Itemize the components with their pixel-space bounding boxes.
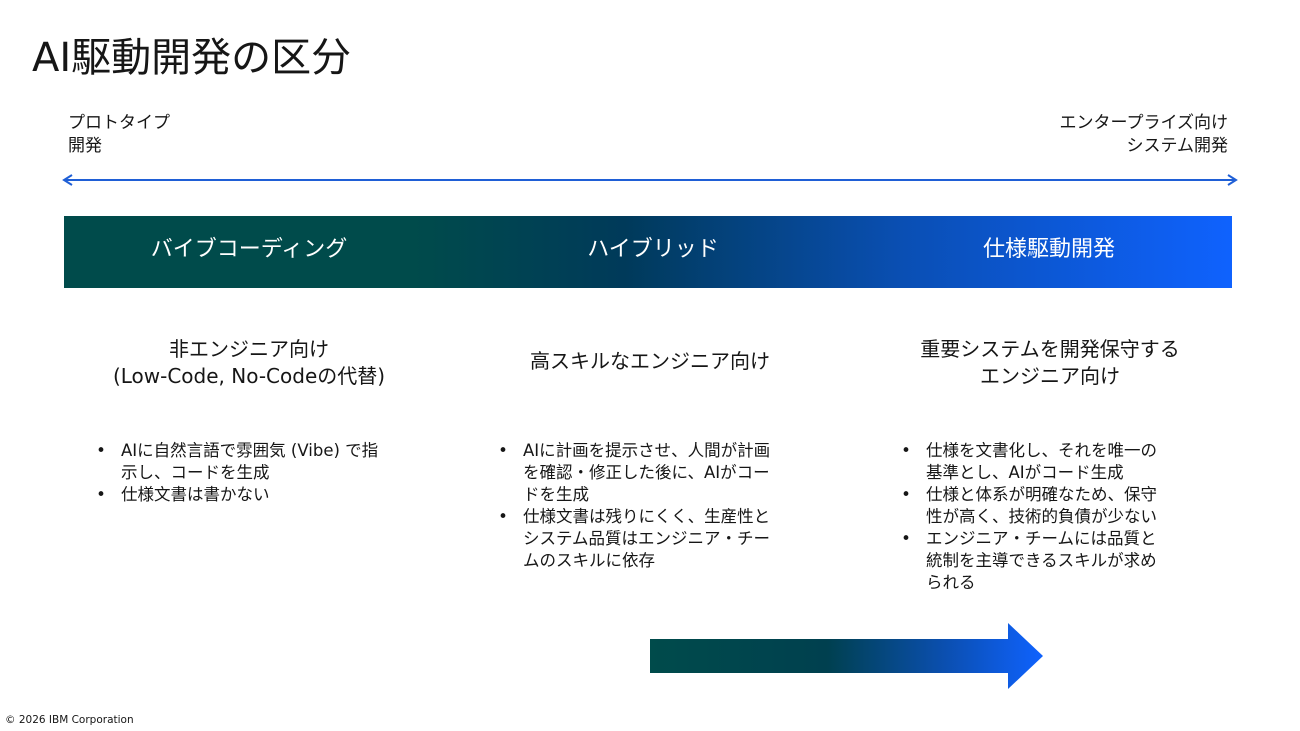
bullet-line: AIに計画を提示させ、人間が計画 — [523, 441, 771, 460]
audience-spec-driven: 重要システムを開発保守する エンジニア向け — [855, 336, 1245, 390]
bullet-line: を確認・修正した後に、AIがコー — [523, 463, 770, 482]
category-vibe-coding: バイブコーディング — [150, 237, 348, 262]
bullet-line: システム品質はエンジニア・チー — [523, 529, 771, 548]
double-headed-arrow-icon — [62, 174, 1238, 186]
bullet-line: 示し、コードを生成 — [121, 463, 270, 482]
category-hybrid: ハイブリッド — [587, 237, 719, 262]
bullet-line: ムのスキルに依存 — [523, 551, 655, 570]
copyright-footer: © 2026 IBM Corporation — [5, 714, 134, 726]
spectrum-right-line: システム開発 — [1126, 136, 1229, 156]
category-spec-driven: 仕様駆動開発 — [982, 237, 1115, 262]
bullet-dot-icon: • — [498, 441, 508, 460]
bullet-line: エンジニア・チームには品質と — [926, 529, 1157, 548]
bullet-dot-icon: • — [498, 507, 508, 526]
bullet-dot-icon: • — [96, 441, 106, 460]
bullet-item: • 仕様を文書化し、それを唯一の 基準とし、AIがコード生成 — [900, 440, 1230, 484]
bullet-list-spec-driven: • 仕様を文書化し、それを唯一の 基準とし、AIがコード生成 • 仕様と体系が明… — [900, 440, 1230, 594]
bullet-line: 仕様文書は残りにくく、生産性と — [523, 507, 771, 526]
bullet-list-vibe-coding: • AIに自然言語で雰囲気 (Vibe) で指 示し、コードを生成 • 仕様文書… — [95, 440, 425, 506]
spectrum-right-line: エンタープライズ向け — [1059, 113, 1228, 133]
spectrum-left-line: プロトタイプ — [68, 113, 170, 133]
bullet-item: • AIに計画を提示させ、人間が計画 を確認・修正した後に、AIがコー ドを生成 — [497, 440, 827, 506]
bullet-item: • AIに自然言語で雰囲気 (Vibe) で指 示し、コードを生成 — [95, 440, 425, 484]
bullet-item: • 仕様と体系が明確なため、保守 性が高く、技術的負債が少ない — [900, 484, 1230, 528]
bullet-item: • エンジニア・チームには品質と 統制を主導できるスキルが求め られる — [900, 528, 1230, 594]
right-arrow-icon — [650, 623, 1043, 689]
audience-line: 重要システムを開発保守する — [920, 337, 1180, 361]
bullet-dot-icon: • — [96, 485, 106, 504]
bullet-line: 仕様と体系が明確なため、保守 — [926, 485, 1157, 504]
bullet-line: AIに自然言語で雰囲気 (Vibe) で指 — [121, 441, 379, 460]
bullet-item: • 仕様文書は残りにくく、生産性と システム品質はエンジニア・チー ムのスキルに… — [497, 506, 827, 572]
bullet-item: • 仕様文書は書かない — [95, 484, 425, 506]
spectrum-left-label: プロトタイプ 開発 — [68, 112, 170, 158]
spectrum-left-line: 開発 — [68, 136, 102, 156]
bullet-line: 統制を主導できるスキルが求め — [926, 551, 1157, 570]
bullet-dot-icon: • — [901, 529, 911, 548]
spectrum-right-label: エンタープライズ向け システム開発 — [1060, 112, 1228, 158]
bullet-line: 仕様を文書化し、それを唯一の — [926, 441, 1157, 460]
category-band: バイブコーディング ハイブリッド 仕様駆動開発 — [64, 216, 1232, 288]
bullet-line: 性が高く、技術的負債が少ない — [926, 507, 1157, 526]
bullet-dot-icon: • — [901, 485, 911, 504]
audience-hybrid: 高スキルなエンジニア向け — [455, 348, 845, 375]
audience-vibe-coding: 非エンジニア向け (Low-Code, No-Codeの代替) — [64, 336, 434, 390]
bullet-line: ドを生成 — [523, 485, 589, 504]
bullet-list-hybrid: • AIに計画を提示させ、人間が計画 を確認・修正した後に、AIがコー ドを生成… — [497, 440, 827, 572]
audience-line: (Low-Code, No-Codeの代替) — [112, 364, 386, 388]
bullet-line: られる — [926, 573, 976, 592]
bullet-dot-icon: • — [901, 441, 911, 460]
bullet-line: 基準とし、AIがコード生成 — [926, 463, 1124, 482]
audience-line: 非エンジニア向け — [169, 337, 329, 361]
slide-title: AI駆動開発の区分 — [32, 35, 352, 81]
audience-line: 高スキルなエンジニア向け — [530, 349, 770, 373]
bullet-line: 仕様文書は書かない — [121, 485, 270, 504]
audience-line: エンジニア向け — [980, 364, 1120, 388]
